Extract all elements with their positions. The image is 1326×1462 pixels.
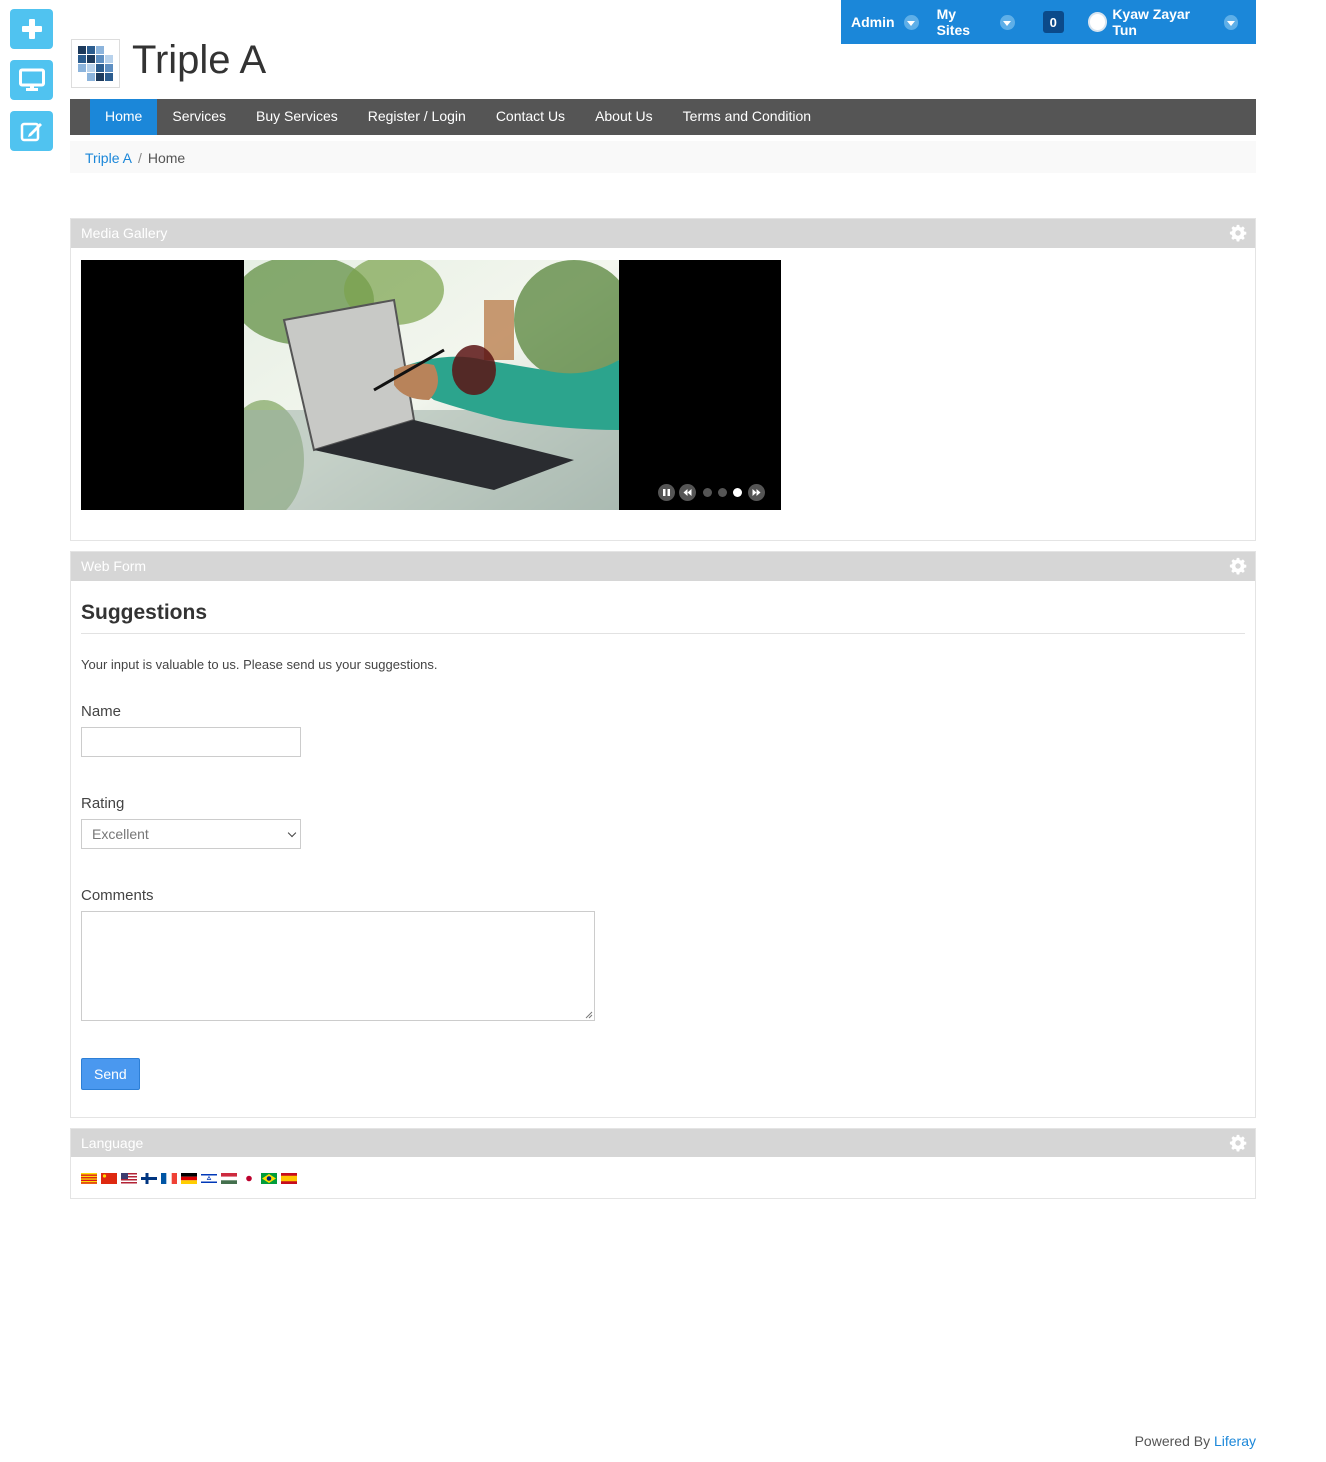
user-bar: Admin My Sites 0 Kyaw Zayar Tun: [841, 0, 1256, 44]
fast-forward-icon: [752, 489, 761, 496]
portlet-title: Media Gallery: [81, 225, 168, 241]
add-button[interactable]: [10, 9, 53, 49]
form-body: Suggestions Your input is valuable to us…: [71, 581, 1255, 1120]
slide-dot-1[interactable]: [703, 488, 712, 497]
comments-field-group: Comments: [81, 887, 1245, 1021]
admin-menu[interactable]: Admin: [851, 14, 919, 30]
english-us-flag-icon[interactable]: [121, 1173, 137, 1184]
language-portlet: Language: [70, 1128, 1256, 1199]
gear-icon[interactable]: [1229, 224, 1247, 242]
nav-item-home[interactable]: Home: [90, 99, 158, 135]
name-label: Name: [81, 703, 122, 720]
chevron-down-icon: [903, 14, 919, 30]
rewind-icon: [683, 489, 692, 496]
german-flag-icon[interactable]: [181, 1173, 197, 1184]
rating-label: Rating: [81, 795, 125, 812]
send-button[interactable]: Send: [81, 1058, 140, 1090]
powered-by-label: Powered By: [1134, 1433, 1211, 1449]
my-sites-menu[interactable]: My Sites: [937, 6, 1015, 38]
portuguese-brazil-flag-icon[interactable]: [261, 1173, 277, 1184]
preview-button[interactable]: [10, 60, 53, 100]
user-name: Kyaw Zayar Tun: [1112, 6, 1191, 38]
hebrew-flag-icon[interactable]: [201, 1173, 217, 1184]
liferay-link[interactable]: Liferay: [1214, 1433, 1256, 1449]
user-menu[interactable]: Kyaw Zayar Tun: [1087, 6, 1239, 38]
form-heading: Suggestions: [81, 601, 1245, 634]
nav-item-contact-us[interactable]: Contact Us: [481, 99, 580, 135]
french-flag-icon[interactable]: [161, 1173, 177, 1184]
comments-textarea[interactable]: [81, 911, 595, 1021]
gear-icon[interactable]: [1229, 557, 1247, 575]
breadcrumb-separator: /: [137, 150, 142, 166]
nav-item-services[interactable]: Services: [157, 99, 241, 135]
chevron-down-icon: [1000, 14, 1015, 30]
site-title: Triple A: [132, 38, 267, 82]
comments-label: Comments: [81, 887, 154, 904]
nav-item-buy-services[interactable]: Buy Services: [241, 99, 353, 135]
breadcrumb-root[interactable]: Triple A: [85, 150, 132, 166]
chevron-down-icon: [1223, 14, 1239, 30]
portlet-header: Language: [71, 1129, 1255, 1157]
web-form-portlet: Web Form Suggestions Your input is valua…: [70, 551, 1256, 1118]
name-input[interactable]: [81, 727, 301, 757]
media-gallery-portlet: Media Gallery: [70, 218, 1256, 541]
previous-button[interactable]: [679, 484, 696, 501]
slide-dot-3[interactable]: [733, 488, 742, 497]
plus-icon: [21, 19, 42, 39]
slideshow-controls: [658, 484, 769, 501]
catalan-flag-icon[interactable]: [81, 1173, 97, 1184]
breadcrumb-current: Home: [147, 150, 186, 166]
edit-button[interactable]: [10, 111, 53, 151]
edit-icon: [20, 122, 42, 142]
language-flags: [71, 1157, 1255, 1197]
desktop-icon: [18, 68, 45, 91]
notification-count[interactable]: 0: [1042, 11, 1064, 33]
avatar: [1087, 12, 1108, 32]
resize-handle-icon[interactable]: [585, 1011, 593, 1019]
main-nav: Home Services Buy Services Register / Lo…: [70, 99, 1256, 135]
next-button[interactable]: [748, 484, 765, 501]
admin-label: Admin: [851, 14, 895, 30]
footer: Powered By Liferay: [1135, 1433, 1256, 1449]
japanese-flag-icon[interactable]: [241, 1173, 257, 1184]
slideshow[interactable]: [81, 260, 781, 510]
hungarian-flag-icon[interactable]: [221, 1173, 237, 1184]
nav-item-about-us[interactable]: About Us: [580, 99, 668, 135]
portlet-header: Media Gallery: [71, 219, 1255, 248]
finnish-flag-icon[interactable]: [141, 1173, 157, 1184]
chinese-flag-icon[interactable]: [101, 1173, 117, 1184]
form-description: Your input is valuable to us. Please sen…: [81, 657, 438, 672]
pause-icon: [663, 489, 670, 496]
name-field-group: Name: [81, 703, 1245, 757]
nav-item-register-login[interactable]: Register / Login: [353, 99, 481, 135]
spanish-flag-icon[interactable]: [281, 1173, 297, 1184]
site-logo[interactable]: [71, 39, 120, 88]
nav-item-terms[interactable]: Terms and Condition: [668, 99, 826, 135]
breadcrumb: Triple A / Home: [70, 141, 1256, 173]
portlet-header: Web Form: [71, 552, 1255, 581]
pause-button[interactable]: [658, 484, 675, 501]
rating-selected-value: Excellent: [92, 826, 149, 842]
slide-image: [244, 260, 619, 510]
slide-dot-2[interactable]: [718, 488, 727, 497]
gear-icon[interactable]: [1229, 1134, 1247, 1152]
my-sites-label: My Sites: [936, 6, 971, 38]
rating-select[interactable]: Excellent: [81, 819, 301, 849]
dock: [10, 9, 53, 162]
portlet-title: Language: [81, 1135, 144, 1151]
rating-field-group: Rating Excellent: [81, 795, 1245, 849]
logo-icon: [78, 46, 113, 81]
portlet-title: Web Form: [81, 558, 147, 574]
